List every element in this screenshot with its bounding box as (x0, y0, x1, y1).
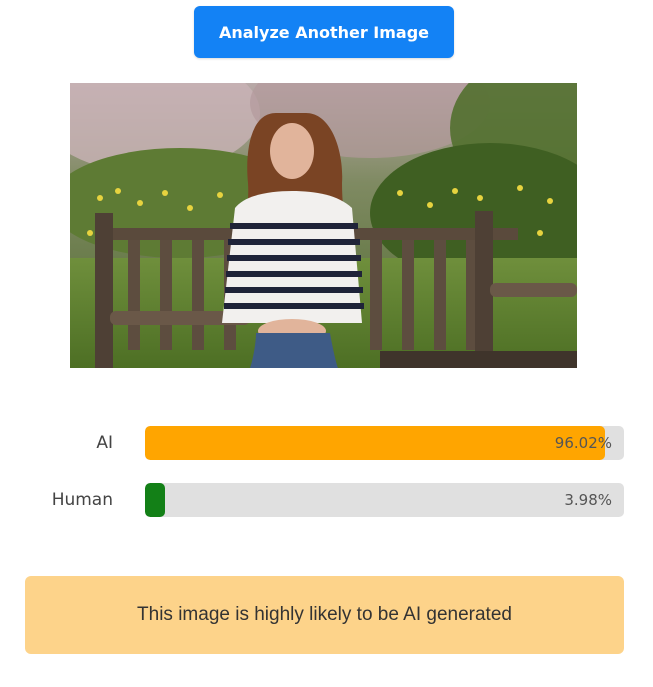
result-label-ai: AI (96, 433, 113, 453)
result-row-human: Human 3.98% (0, 483, 653, 517)
result-row-ai: AI 96.02% (0, 426, 653, 460)
result-fill-ai (145, 426, 605, 460)
verdict-text: This image is highly likely to be AI gen… (137, 604, 512, 625)
verdict-banner: This image is highly likely to be AI gen… (25, 576, 624, 654)
result-percent-ai: 96.02% (554, 434, 612, 452)
result-label-human: Human (51, 490, 113, 510)
photo-illustration (70, 83, 577, 368)
result-track-ai: 96.02% (145, 426, 624, 460)
result-fill-human (145, 483, 165, 517)
result-track-human: 3.98% (145, 483, 624, 517)
analyzed-image (70, 83, 577, 368)
analyze-another-image-button[interactable]: Analyze Another Image (194, 6, 454, 58)
result-percent-human: 3.98% (564, 491, 612, 509)
